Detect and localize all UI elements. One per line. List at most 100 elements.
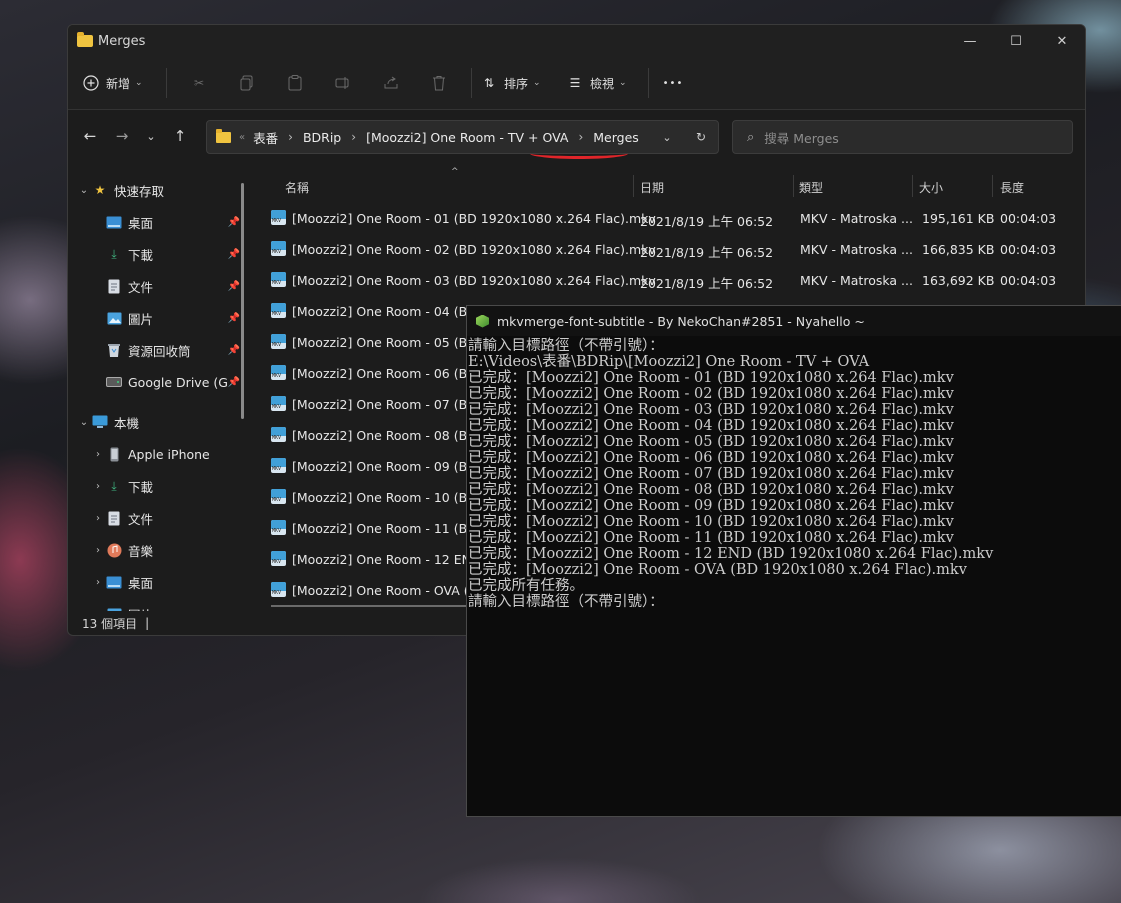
- file-date: 2021/8/19 上午 06:52: [640, 245, 774, 260]
- address-history-dropdown[interactable]: ⌄: [650, 131, 684, 144]
- sidebar-item-music[interactable]: › 音樂: [68, 534, 252, 566]
- sidebar-item-desktop[interactable]: 桌面 📌: [68, 206, 252, 238]
- file-row[interactable]: [Moozzi2] One Room - 03 (BD 1920x1080 x.…: [252, 265, 1085, 296]
- mkv-video-file-icon: [271, 365, 286, 380]
- console-title-bar[interactable]: mkvmerge-font-subtitle - By NekoChan#285…: [467, 306, 1121, 336]
- sidebar-item-pc-desktop[interactable]: › 桌面: [68, 566, 252, 598]
- chevron-right-icon[interactable]: ›: [90, 481, 106, 492]
- sidebar-item-recycle-bin[interactable]: 資源回收筒 📌: [68, 334, 252, 366]
- share-icon: [382, 74, 400, 92]
- file-name: [Moozzi2] One Room - 05 (BD: [292, 335, 477, 350]
- breadcrumb-item[interactable]: [Moozzi2] One Room - TV + OVA: [366, 130, 568, 145]
- sidebar-item-downloads[interactable]: ⤓ 下載 📌: [68, 238, 252, 270]
- google-drive-icon: [106, 374, 122, 390]
- back-button[interactable]: ←: [74, 120, 106, 152]
- chevron-right-icon[interactable]: ›: [351, 130, 356, 144]
- sidebar-item-google-drive[interactable]: Google Drive (G 📌: [68, 366, 252, 398]
- sidebar-item-pc-downloads[interactable]: › ⤓ 下載: [68, 470, 252, 502]
- breadcrumb-overflow-icon[interactable]: «: [239, 132, 245, 143]
- column-divider[interactable]: [633, 175, 634, 197]
- sidebar-item-label: 文件: [128, 511, 154, 527]
- breadcrumb-item[interactable]: BDRip: [303, 130, 341, 145]
- chevron-right-icon[interactable]: ›: [90, 577, 106, 588]
- document-icon: [106, 278, 122, 294]
- console-line: 已完成：[Moozzi2] One Room - 08 (BD 1920x108…: [468, 482, 954, 498]
- rename-button[interactable]: [319, 67, 367, 99]
- column-header-date[interactable]: 日期: [640, 179, 664, 196]
- trash-icon: [430, 74, 448, 92]
- pin-icon[interactable]: 📌: [228, 377, 240, 388]
- title-bar[interactable]: Merges — ☐ ✕: [68, 25, 1085, 57]
- mkv-video-file-icon: [271, 241, 286, 256]
- console-line: 已完成：[Moozzi2] One Room - 02 (BD 1920x108…: [468, 386, 954, 402]
- file-row[interactable]: [Moozzi2] One Room - 01 (BD 1920x1080 x.…: [252, 203, 1085, 234]
- sidebar-item-pc-pictures[interactable]: › 圖片: [68, 598, 252, 611]
- pin-icon[interactable]: 📌: [228, 345, 240, 356]
- file-name: [Moozzi2] One Room - 12 END: [292, 552, 481, 567]
- sidebar-item-documents[interactable]: 文件 📌: [68, 270, 252, 302]
- sidebar-item-apple-iphone[interactable]: › Apple iPhone: [68, 438, 252, 470]
- sidebar-item-pictures[interactable]: 圖片 📌: [68, 302, 252, 334]
- chevron-down-icon[interactable]: ⌄: [76, 185, 92, 196]
- chevron-right-icon[interactable]: ›: [90, 513, 106, 524]
- music-icon: [106, 542, 122, 558]
- close-button[interactable]: ✕: [1039, 25, 1085, 57]
- chevron-down-icon: ⌄: [135, 78, 143, 88]
- column-header-type[interactable]: 類型: [799, 179, 823, 196]
- download-icon: ⤓: [111, 246, 117, 261]
- pin-icon[interactable]: 📌: [228, 217, 240, 228]
- column-header-name[interactable]: 名稱: [285, 179, 309, 196]
- console-line: 已完成：[Moozzi2] One Room - 07 (BD 1920x108…: [468, 466, 954, 482]
- file-date: 2021/8/19 上午 06:52: [640, 214, 774, 229]
- console-line: 已完成：[Moozzi2] One Room - 05 (BD 1920x108…: [468, 434, 954, 450]
- forward-button[interactable]: →: [106, 120, 138, 152]
- delete-button[interactable]: [415, 67, 463, 99]
- search-box[interactable]: ⌕ 搜尋 Merges: [732, 120, 1073, 154]
- sort-ascending-icon: ^: [451, 167, 459, 177]
- pin-icon[interactable]: 📌: [228, 313, 240, 324]
- minimize-button[interactable]: —: [947, 25, 993, 57]
- column-divider[interactable]: [793, 175, 794, 197]
- copy-button[interactable]: [223, 67, 271, 99]
- address-actions: ⌄ ↻: [650, 130, 718, 144]
- column-divider[interactable]: [992, 175, 993, 197]
- sidebar-item-pc-documents[interactable]: › 文件: [68, 502, 252, 534]
- column-header-size[interactable]: 大小: [919, 179, 943, 196]
- column-divider[interactable]: [912, 175, 913, 197]
- toolbar-separator: [166, 68, 167, 98]
- chevron-right-icon[interactable]: ›: [578, 130, 583, 144]
- view-button[interactable]: ☰ 檢視 ⌄: [566, 67, 640, 99]
- desktop-icon: [106, 214, 122, 230]
- file-date: 2021/8/19 上午 06:52: [640, 276, 774, 291]
- share-button[interactable]: [367, 67, 415, 99]
- sidebar-scrollbar[interactable]: [241, 183, 244, 419]
- column-header-length[interactable]: 長度: [1000, 179, 1024, 196]
- console-line: 已完成：[Moozzi2] One Room - 10 (BD 1920x108…: [468, 514, 954, 530]
- chevron-right-icon[interactable]: ›: [288, 130, 293, 144]
- more-options-button[interactable]: •••: [657, 67, 689, 99]
- file-size: 166,835 KB: [922, 242, 995, 257]
- paste-button[interactable]: [271, 67, 319, 99]
- maximize-button[interactable]: ☐: [993, 25, 1039, 57]
- command-bar: 新增 ⌄ ✂ ⇅ 排序 ⌄ ☰ 檢視 ⌄ •••: [68, 57, 1085, 110]
- sort-button[interactable]: ⇅ 排序 ⌄: [480, 67, 552, 99]
- up-button[interactable]: ↑: [164, 120, 196, 152]
- chevron-right-icon[interactable]: ›: [90, 449, 106, 460]
- new-button[interactable]: 新增 ⌄: [82, 67, 158, 99]
- address-bar[interactable]: « 表番 › BDRip › [Moozzi2] One Room - TV +…: [206, 120, 719, 154]
- breadcrumb-current[interactable]: Merges: [593, 130, 639, 145]
- mkv-video-file-icon: [271, 582, 286, 597]
- pin-icon[interactable]: 📌: [228, 249, 240, 260]
- star-icon: ★: [94, 183, 106, 197]
- breadcrumb-item[interactable]: 表番: [253, 128, 278, 147]
- console-output[interactable]: 請輸入目標路徑（不帶引號）： E:\Videos\表番\BDRip\[Moozzi…: [467, 336, 1121, 610]
- file-row[interactable]: [Moozzi2] One Room - 02 (BD 1920x1080 x.…: [252, 234, 1085, 265]
- sidebar-item-this-pc[interactable]: ⌄ 本機: [68, 406, 252, 438]
- pin-icon[interactable]: 📌: [228, 281, 240, 292]
- refresh-icon[interactable]: ↻: [684, 130, 718, 144]
- chevron-right-icon[interactable]: ›: [90, 545, 106, 556]
- sidebar-item-quick-access[interactable]: ⌄ ★ 快速存取: [68, 174, 252, 206]
- cut-button[interactable]: ✂: [175, 67, 223, 99]
- recent-locations-button[interactable]: ⌄: [138, 120, 164, 152]
- chevron-down-icon[interactable]: ⌄: [76, 417, 92, 428]
